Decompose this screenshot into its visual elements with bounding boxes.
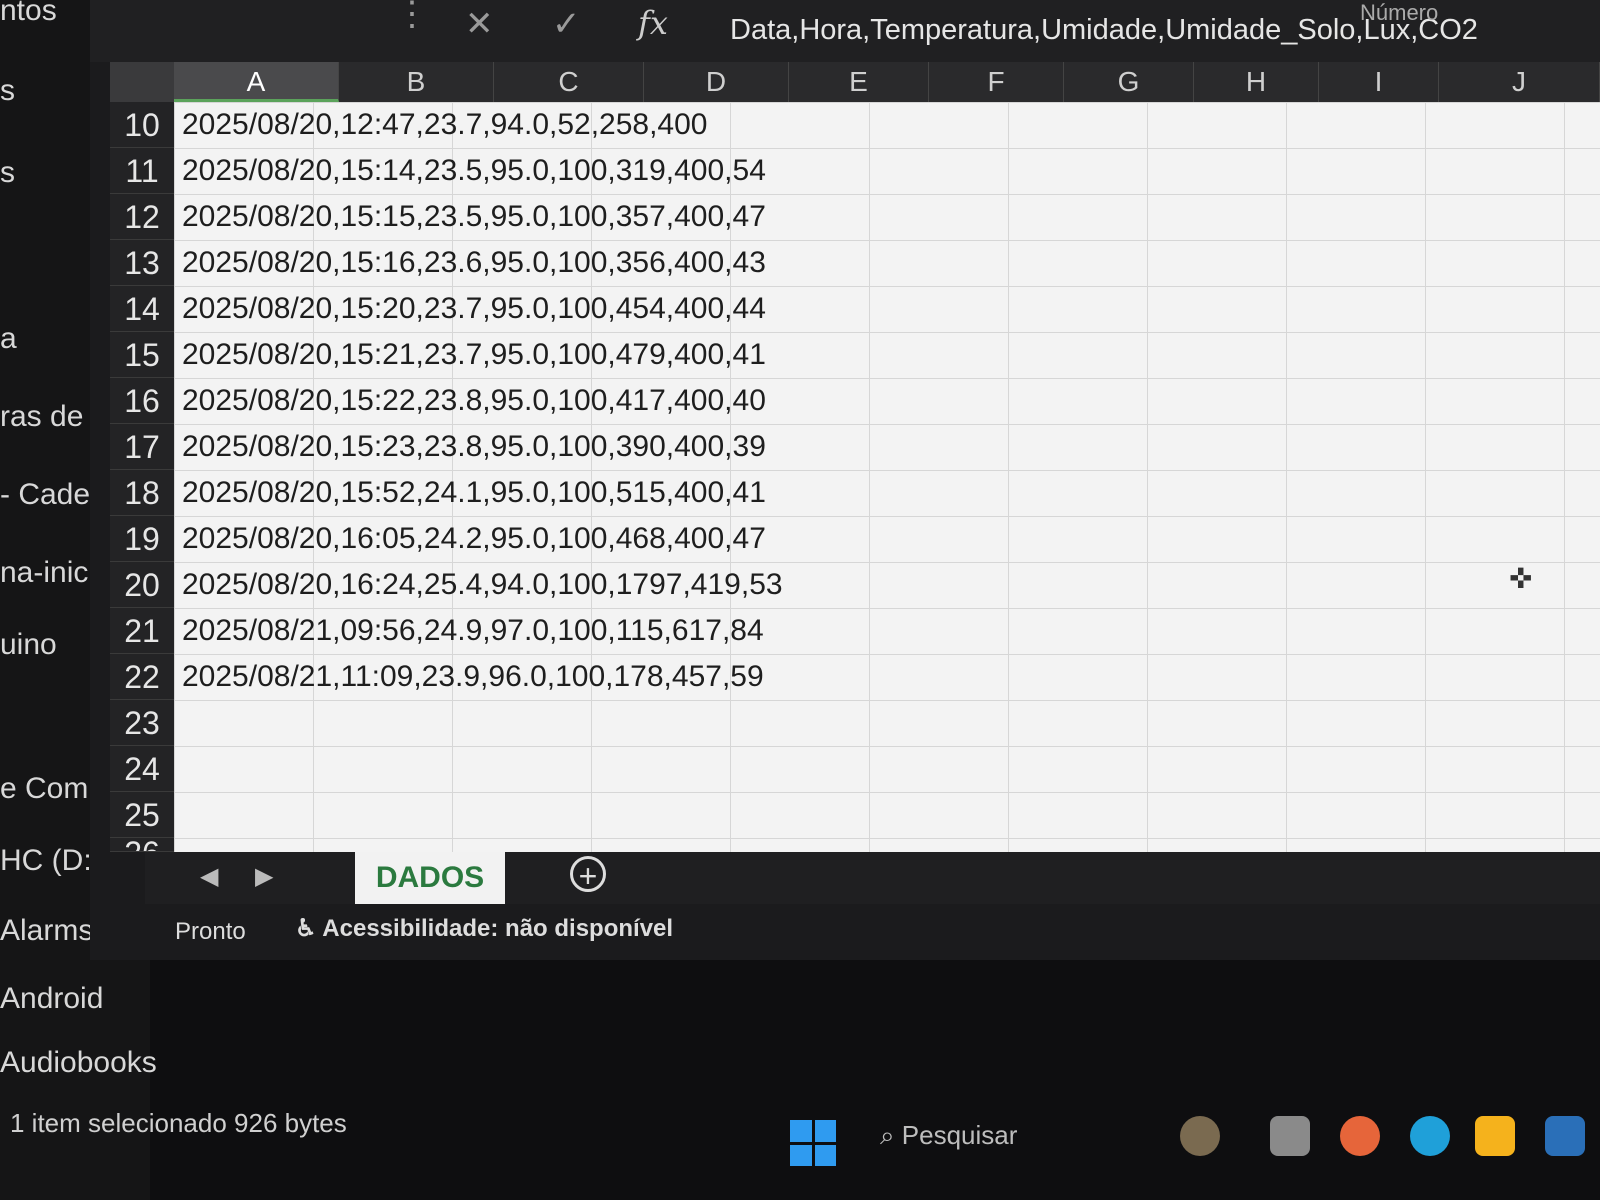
sidebar-item-audiobooks[interactable]: Audiobooks [0,1046,157,1080]
row-header[interactable]: 11 [110,148,174,194]
app-icon[interactable] [1545,1116,1585,1156]
row-header[interactable]: 20 [110,562,174,608]
cell-a21[interactable]: 2025/08/21,09:56,24.9,97.0,100,115,617,8… [182,608,764,654]
copilot-icon[interactable] [1340,1116,1380,1156]
row-header[interactable]: 17 [110,424,174,470]
cell-a18[interactable]: 2025/08/20,15:52,24.1,95.0,100,515,400,4… [182,470,766,516]
column-header-e[interactable]: E [789,62,929,102]
row-header[interactable]: 13 [110,240,174,286]
cell-a16[interactable]: 2025/08/20,15:22,23.8,95.0,100,417,400,4… [182,378,766,424]
formula-bar: ⋮ ✕ ✓ fx Data,Hora,Temperatura,Umidade,U… [90,0,1600,62]
more-options-icon[interactable]: ⋮ [395,0,429,34]
search-icon: ⌕ [880,1120,902,1150]
row-header[interactable]: 16 [110,378,174,424]
status-ready-label: Pronto [175,918,246,945]
search-placeholder: Pesquisar [901,1120,1018,1150]
sidebar-item-drive-d[interactable]: HC (D:) [0,844,102,878]
edge-browser-icon[interactable] [1410,1116,1450,1156]
row-header[interactable]: 25 [110,792,174,838]
sheet-tab-dados[interactable]: DADOS [355,852,505,904]
sidebar-item-3[interactable]: a [0,322,17,356]
spreadsheet-grid: A B C D E F G H I J 10 11 12 13 14 15 16… [110,62,1600,852]
column-header-a[interactable]: A [174,62,339,102]
sheet-tab-bar: ◀ ▶ DADOS + [145,852,1600,904]
column-header-b[interactable]: B [339,62,494,102]
sidebar-item-1[interactable]: s [0,74,15,108]
file-explorer-icon[interactable] [1270,1116,1310,1156]
cell-a15[interactable]: 2025/08/20,15:21,23.7,95.0,100,479,400,4… [182,332,766,378]
cell-a22[interactable]: 2025/08/21,11:09,23.9,96.0,100,178,457,5… [182,654,764,700]
insert-function-icon[interactable]: fx [638,4,668,42]
row-header[interactable]: 19 [110,516,174,562]
sidebar-item-documents[interactable]: ntos [0,0,57,28]
cell-a20[interactable]: 2025/08/20,16:24,25.4,94.0,100,1797,419,… [182,562,783,608]
windows-logo-tile [814,1144,836,1166]
accessibility-status[interactable]: ♿︎ Acessibilidade: não disponível [295,914,673,943]
row-header[interactable]: 24 [110,746,174,792]
row-header[interactable]: 26 [110,838,174,852]
sidebar-item-android[interactable]: Android [0,982,103,1016]
cell-a10[interactable]: 2025/08/20,12:47,23.7,94.0,52,258,400 [182,102,707,148]
windows-logo-tile [814,1120,836,1142]
taskbar-search[interactable]: ⌕ Pesquisar [880,1120,1017,1152]
row-headers: 10 11 12 13 14 15 16 17 18 19 20 21 22 2… [110,102,174,852]
prev-sheet-icon[interactable]: ◀ [200,862,218,891]
sidebar-item-alarms[interactable]: Alarms [0,914,93,948]
excel-window: ⋮ ✕ ✓ fx Data,Hora,Temperatura,Umidade,U… [90,0,1600,960]
cancel-icon[interactable]: ✕ [465,4,494,44]
enter-icon[interactable]: ✓ [552,4,581,44]
column-headers: A B C D E F G H I J [174,62,1600,102]
next-sheet-icon[interactable]: ▶ [255,862,273,891]
select-all-button[interactable] [110,62,174,102]
column-header-c[interactable]: C [494,62,644,102]
column-header-i[interactable]: I [1319,62,1439,102]
windows-start-button[interactable] [790,1120,836,1166]
cells-area[interactable]: 2025/08/20,12:47,23.7,94.0,52,258,400 20… [174,102,1600,852]
cell-a11[interactable]: 2025/08/20,15:14,23.5,95.0,100,319,400,5… [182,148,766,194]
cell-a12[interactable]: 2025/08/20,15:15,23.5,95.0,100,357,400,4… [182,194,766,240]
sidebar-item-2[interactable]: s [0,156,15,190]
sidebar-item-7[interactable]: uino [0,628,57,662]
row-header[interactable]: 14 [110,286,174,332]
explorer-status-text: 1 item selecionado 926 bytes [10,1108,347,1138]
cell-a13[interactable]: 2025/08/20,15:16,23.6,95.0,100,356,400,4… [182,240,766,286]
cell-a14[interactable]: 2025/08/20,15:20,23.7,95.0,100,454,400,4… [182,286,766,332]
row-header[interactable]: 12 [110,194,174,240]
cell-a17[interactable]: 2025/08/20,15:23,23.8,95.0,100,390,400,3… [182,424,766,470]
row-header[interactable]: 18 [110,470,174,516]
windows-logo-tile [790,1144,812,1166]
add-sheet-icon[interactable]: + [570,856,606,893]
row-header[interactable]: 22 [110,654,174,700]
column-header-j[interactable]: J [1439,62,1600,102]
column-header-d[interactable]: D [644,62,789,102]
row-header[interactable]: 21 [110,608,174,654]
cell-cursor-icon: ✜ [1509,563,1533,594]
column-header-h[interactable]: H [1194,62,1319,102]
column-header-g[interactable]: G [1064,62,1194,102]
cell-a19[interactable]: 2025/08/20,16:05,24.2,95.0,100,468,400,4… [182,516,766,562]
number-format-label[interactable]: Número [1360,0,1438,26]
widgets-icon[interactable] [1180,1116,1220,1156]
row-header[interactable]: 15 [110,332,174,378]
windows-logo-tile [790,1120,812,1142]
status-bar: Pronto ♿︎ Acessibilidade: não disponível [145,904,1600,960]
accessibility-label: Acessibilidade: não disponível [322,915,674,942]
row-header[interactable]: 10 [110,102,174,148]
store-icon[interactable] [1475,1116,1515,1156]
taskbar: ⌕ Pesquisar [700,1090,1600,1200]
accessibility-icon: ♿︎ [295,915,323,942]
column-header-f[interactable]: F [929,62,1064,102]
row-header[interactable]: 23 [110,700,174,746]
